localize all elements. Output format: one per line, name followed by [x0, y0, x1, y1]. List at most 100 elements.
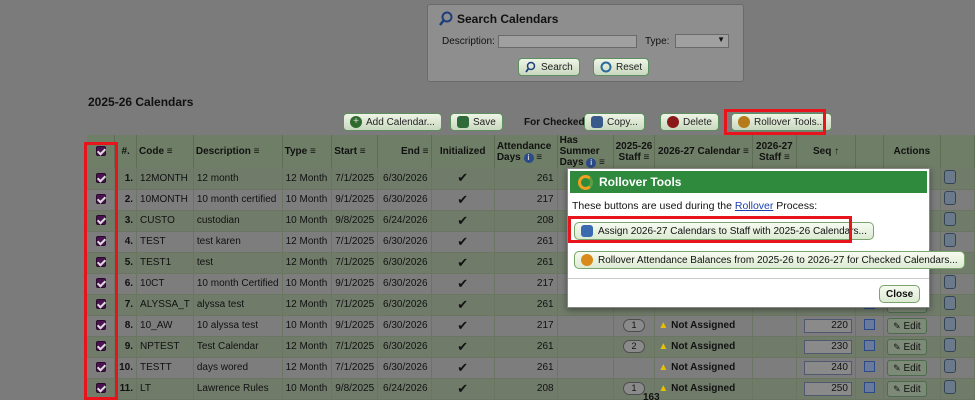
- col-seq[interactable]: Seq ↑: [796, 135, 856, 168]
- col-description[interactable]: Description ≡: [193, 135, 283, 168]
- copy-button[interactable]: Copy...: [584, 113, 645, 131]
- extra-action-cell[interactable]: [940, 294, 975, 316]
- description-cell: Test Calendar: [193, 336, 283, 358]
- search-button[interactable]: Search: [518, 58, 580, 76]
- add-calendar-button[interactable]: + Add Calendar...: [343, 113, 442, 131]
- summer-days-cell: [557, 315, 614, 337]
- delete-icon: [667, 116, 679, 128]
- summer-days-cell: [557, 378, 614, 400]
- type-cell: 10 Month: [282, 315, 333, 337]
- warning-icon: ▲: [658, 320, 669, 331]
- reset-button[interactable]: Reset: [593, 58, 650, 76]
- rollover-balances-button[interactable]: Rollover Attendance Balances from 2025-2…: [574, 251, 965, 269]
- col-start[interactable]: Start ≡: [331, 135, 379, 168]
- close-button[interactable]: Close: [879, 285, 921, 303]
- seq-cell: 250: [796, 378, 856, 400]
- rollover-link[interactable]: Rollover: [735, 200, 774, 212]
- row-checkbox[interactable]: [87, 336, 116, 358]
- calendar-icon[interactable]: [855, 336, 885, 358]
- row-checkbox[interactable]: [87, 378, 116, 400]
- actions-cell: ✎ Edit: [883, 315, 941, 337]
- row-checkbox[interactable]: [87, 357, 116, 379]
- type-cell: 12 Month: [282, 168, 333, 190]
- calendar-icon[interactable]: [855, 357, 885, 379]
- attendance-days-cell: 261: [494, 168, 558, 190]
- seq-input[interactable]: 230: [803, 339, 852, 354]
- rollover-tools-dialog: Rollover Tools These buttons are used du…: [567, 168, 965, 308]
- attendance-days-cell: 261: [494, 294, 558, 316]
- row-number: 9.: [114, 336, 138, 358]
- row-checkbox[interactable]: [87, 273, 116, 295]
- copy-icon: [591, 116, 603, 128]
- info-icon[interactable]: i: [523, 152, 534, 163]
- description-input[interactable]: [498, 35, 637, 48]
- description-cell: 12 month: [193, 168, 283, 190]
- staff-count-badge[interactable]: 1: [622, 382, 645, 395]
- row-checkbox[interactable]: [87, 315, 116, 337]
- seq-input[interactable]: 220: [803, 318, 852, 333]
- row-checkbox[interactable]: [87, 210, 116, 232]
- info-icon[interactable]: i: [586, 158, 597, 168]
- seq-cell: 230: [796, 336, 856, 358]
- seq-input[interactable]: 250: [803, 381, 852, 396]
- pencil-icon: ✎: [893, 341, 901, 352]
- extra-action-cell[interactable]: [940, 378, 975, 400]
- save-button[interactable]: Save: [450, 113, 503, 131]
- extra-action-cell[interactable]: [940, 357, 975, 379]
- type-select[interactable]: ▼: [675, 34, 729, 48]
- end-cell: 6/24/2026: [377, 378, 432, 400]
- edit-button[interactable]: ✎ Edit: [887, 359, 927, 376]
- end-cell: 6/30/2026: [377, 315, 432, 337]
- start-cell: 7/1/2025: [331, 357, 379, 379]
- edit-button[interactable]: ✎ Edit: [887, 338, 927, 355]
- staff-count-badge[interactable]: 1: [622, 319, 645, 332]
- delete-button[interactable]: Delete: [660, 113, 719, 131]
- rollover-tools-button[interactable]: Rollover Tools...: [731, 113, 832, 131]
- extra-action-cell[interactable]: [940, 315, 975, 337]
- refresh-icon: [600, 61, 612, 73]
- row-checkbox[interactable]: [87, 231, 116, 253]
- code-cell: ALYSSA_T: [136, 294, 194, 316]
- rollover-icon: [578, 174, 593, 190]
- divider: [568, 278, 929, 279]
- extra-action-cell[interactable]: [940, 168, 975, 190]
- code-cell: 10CT: [136, 273, 194, 295]
- edit-button[interactable]: ✎ Edit: [887, 317, 927, 334]
- initialized-check-icon: ✔: [431, 357, 495, 379]
- extra-action-cell[interactable]: [940, 336, 975, 358]
- col-type[interactable]: Type ≡: [282, 135, 333, 168]
- col-end[interactable]: End ≡: [377, 135, 432, 168]
- extra-action-cell[interactable]: [940, 231, 975, 253]
- search-panel: Search Calendars Description: Type: ▼ Se…: [427, 4, 744, 82]
- assign-calendars-button[interactable]: Assign 2026-27 Calendars to Staff with 2…: [574, 222, 874, 240]
- row-checkbox[interactable]: [87, 189, 116, 211]
- extra-action-cell[interactable]: [940, 189, 975, 211]
- row-number: 11.: [114, 378, 138, 400]
- row-number: 4.: [114, 231, 138, 253]
- attendance-days-cell: 208: [494, 210, 558, 232]
- description-cell: days wored: [193, 357, 283, 379]
- calendar-icon[interactable]: [855, 378, 885, 400]
- row-checkbox[interactable]: [87, 294, 116, 316]
- select-all-checkbox[interactable]: [87, 135, 116, 168]
- initialized-check-icon: ✔: [431, 210, 495, 232]
- type-cell: 12 Month: [282, 294, 333, 316]
- dialog-header: Rollover Tools: [570, 171, 927, 193]
- initialized-check-icon: ✔: [431, 315, 495, 337]
- description-label: Description:: [442, 36, 495, 47]
- col-calendar-2627[interactable]: 2026-27 Calendar ≡: [654, 135, 753, 168]
- staff-total: 163: [643, 392, 660, 400]
- description-cell: custodian: [193, 210, 283, 232]
- extra-action-cell[interactable]: [940, 210, 975, 232]
- seq-input[interactable]: 240: [803, 360, 852, 375]
- edit-button[interactable]: ✎ Edit: [887, 380, 927, 397]
- calendar-icon[interactable]: [855, 315, 885, 337]
- staff-count-badge[interactable]: 2: [622, 340, 645, 353]
- extra-action-cell[interactable]: [940, 273, 975, 295]
- start-cell: 9/1/2025: [331, 315, 379, 337]
- seq-cell: 220: [796, 315, 856, 337]
- col-code[interactable]: Code ≡: [136, 135, 194, 168]
- start-cell: 7/1/2025: [331, 168, 379, 190]
- row-checkbox[interactable]: [87, 168, 116, 190]
- row-checkbox[interactable]: [87, 252, 116, 274]
